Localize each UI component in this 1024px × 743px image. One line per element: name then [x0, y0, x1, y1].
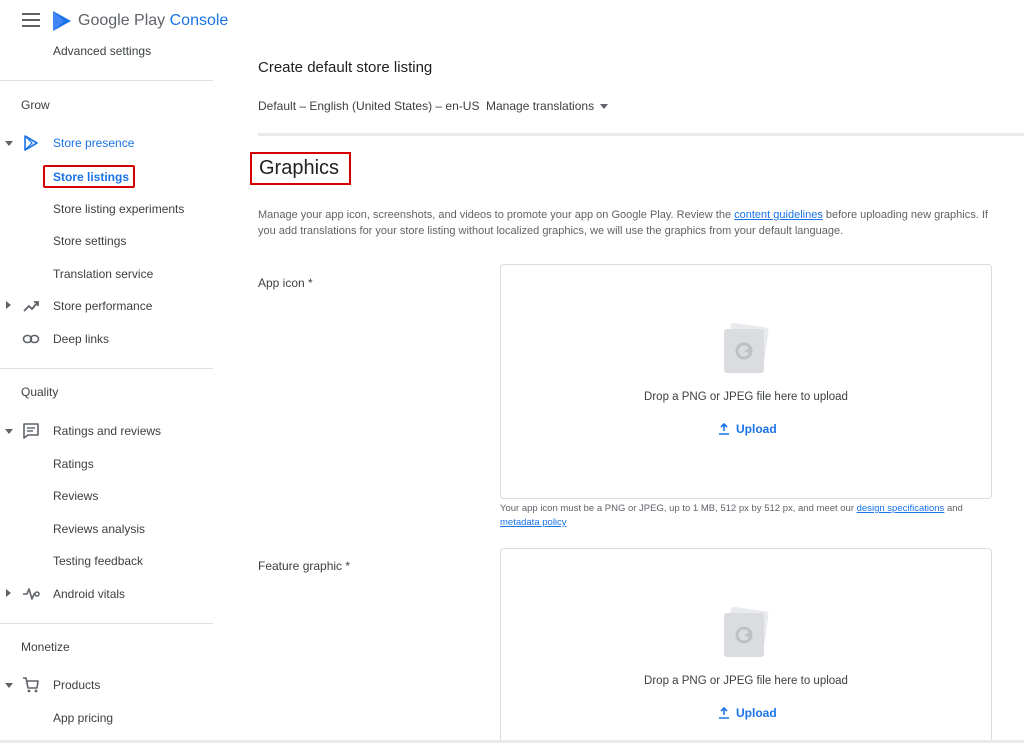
section-title-monetize: Monetize [21, 640, 70, 654]
drop-file-text: Drop a PNG or JPEG file here to upload [644, 675, 848, 687]
section-title-quality: Quality [21, 385, 59, 399]
upload-button[interactable]: Upload [718, 706, 777, 720]
help-text-2: and [944, 503, 963, 514]
chevron-down-icon [5, 429, 13, 434]
sidebar-item-label: Products [53, 678, 101, 692]
sidebar-item-label: Ratings [53, 457, 94, 471]
desc-text-1: Manage your app icon, screenshots, and v… [258, 209, 735, 221]
google-play-console-logo-icon [53, 11, 71, 31]
app-icon-help-text: Your app icon must be a PNG or JPEG, up … [500, 502, 1000, 530]
sidebar-item-label: Advanced settings [53, 44, 152, 58]
brand-google: Google Play [78, 12, 166, 29]
metadata-policy-link[interactable]: metadata policy [500, 517, 567, 528]
sidebar-item-label: Store presence [53, 136, 135, 150]
chevron-right-icon [6, 589, 11, 597]
brand-header: Google Play Console [0, 0, 228, 42]
image-placeholder-icon [724, 323, 769, 373]
chevron-down-icon [5, 141, 13, 146]
section-title-grow: Grow [21, 98, 50, 112]
chevron-down-icon [5, 683, 13, 688]
sidebar-item-label: Testing feedback [53, 554, 144, 568]
sidebar-item-label: Deep links [53, 332, 110, 346]
hamburger-menu-icon[interactable] [22, 13, 40, 27]
shopping-cart-icon [23, 677, 39, 693]
divider [0, 80, 213, 81]
sidebar-item-store-settings[interactable]: Store settings [0, 227, 214, 255]
sidebar-item-advanced-settings[interactable]: Advanced settings [0, 37, 214, 65]
sidebar-item-android-vitals[interactable]: Android vitals [0, 580, 214, 608]
sidebar-item-reviews-analysis[interactable]: Reviews analysis [0, 515, 214, 543]
section-divider [258, 133, 1024, 136]
sidebar-item-translation-service[interactable]: Translation service [0, 260, 214, 288]
feature-graphic-label: Feature graphic * [258, 559, 351, 573]
sidebar-item-label: App pricing [53, 711, 114, 725]
sidebar-item-label: Store listing experiments [53, 202, 185, 216]
vitals-pulse-icon [23, 588, 40, 600]
upload-label: Upload [736, 422, 777, 436]
sidebar-item-store-presence[interactable]: Store presence [0, 129, 214, 157]
manage-translations-label: Manage translations [486, 99, 595, 113]
divider [0, 623, 213, 624]
sidebar-item-ratings-and-reviews[interactable]: Ratings and reviews [0, 417, 214, 445]
review-comment-icon [23, 423, 39, 439]
graphics-description: Manage your app icon, screenshots, and v… [258, 207, 988, 239]
upload-icon [719, 422, 729, 435]
app-icon-upload-zone[interactable]: Drop a PNG or JPEG file here to upload U… [500, 264, 992, 499]
default-language-label: Default – English (United States) – en-U… [258, 99, 480, 113]
chevron-right-icon [6, 301, 11, 309]
design-specifications-link[interactable]: design specifications [857, 503, 945, 514]
sidebar-item-reviews[interactable]: Reviews [0, 482, 214, 510]
link-icon [22, 334, 40, 344]
content-guidelines-link[interactable]: content guidelines [734, 209, 823, 221]
upload-label: Upload [736, 706, 777, 720]
sidebar-item-products[interactable]: Products [0, 671, 214, 699]
sidebar-item-label: Reviews [53, 489, 99, 503]
graphics-heading: Graphics [259, 157, 340, 179]
sidebar-item-app-pricing[interactable]: App pricing [0, 704, 214, 732]
sidebar-item-store-listing-experiments[interactable]: Store listing experiments [0, 195, 214, 223]
sidebar-item-label: Android vitals [53, 587, 126, 601]
manage-translations-dropdown[interactable]: Manage translations [486, 99, 609, 113]
image-placeholder-icon [724, 607, 769, 657]
sidebar-item-label: Translation service [53, 267, 154, 281]
sidebar-item-label: Store settings [53, 234, 127, 248]
sidebar-item-store-performance[interactable]: Store performance [0, 292, 214, 320]
dropdown-arrow-icon [600, 104, 609, 110]
brand-title: Google Play Console [78, 12, 228, 30]
help-text-1: Your app icon must be a PNG or JPEG, up … [500, 503, 857, 514]
play-icon [24, 135, 38, 151]
feature-graphic-upload-zone[interactable]: Drop a PNG or JPEG file here to upload U… [500, 548, 992, 743]
divider [0, 368, 213, 369]
main-content: Create default store listing Default – E… [214, 0, 1024, 743]
page-title: Create default store listing [258, 59, 433, 76]
sidebar-item-store-listings[interactable]: Store listings [53, 170, 129, 184]
sidebar-item-label: Reviews analysis [53, 522, 146, 536]
sidebar-item-label: Store performance [53, 299, 153, 313]
upload-icon [719, 706, 729, 719]
sidebar-item-testing-feedback[interactable]: Testing feedback [0, 547, 214, 575]
app-icon-label: App icon * [258, 276, 313, 290]
upload-button[interactable]: Upload [718, 422, 777, 436]
drop-file-text: Drop a PNG or JPEG file here to upload [644, 391, 848, 403]
sidebar-item-deep-links[interactable]: Deep links [0, 325, 214, 353]
sidebar-item-label: Ratings and reviews [53, 424, 162, 438]
sidebar-item-ratings[interactable]: Ratings [0, 450, 214, 478]
sidebar: Google Play Console Advanced settings Gr… [0, 0, 228, 743]
trending-up-icon [23, 301, 39, 312]
